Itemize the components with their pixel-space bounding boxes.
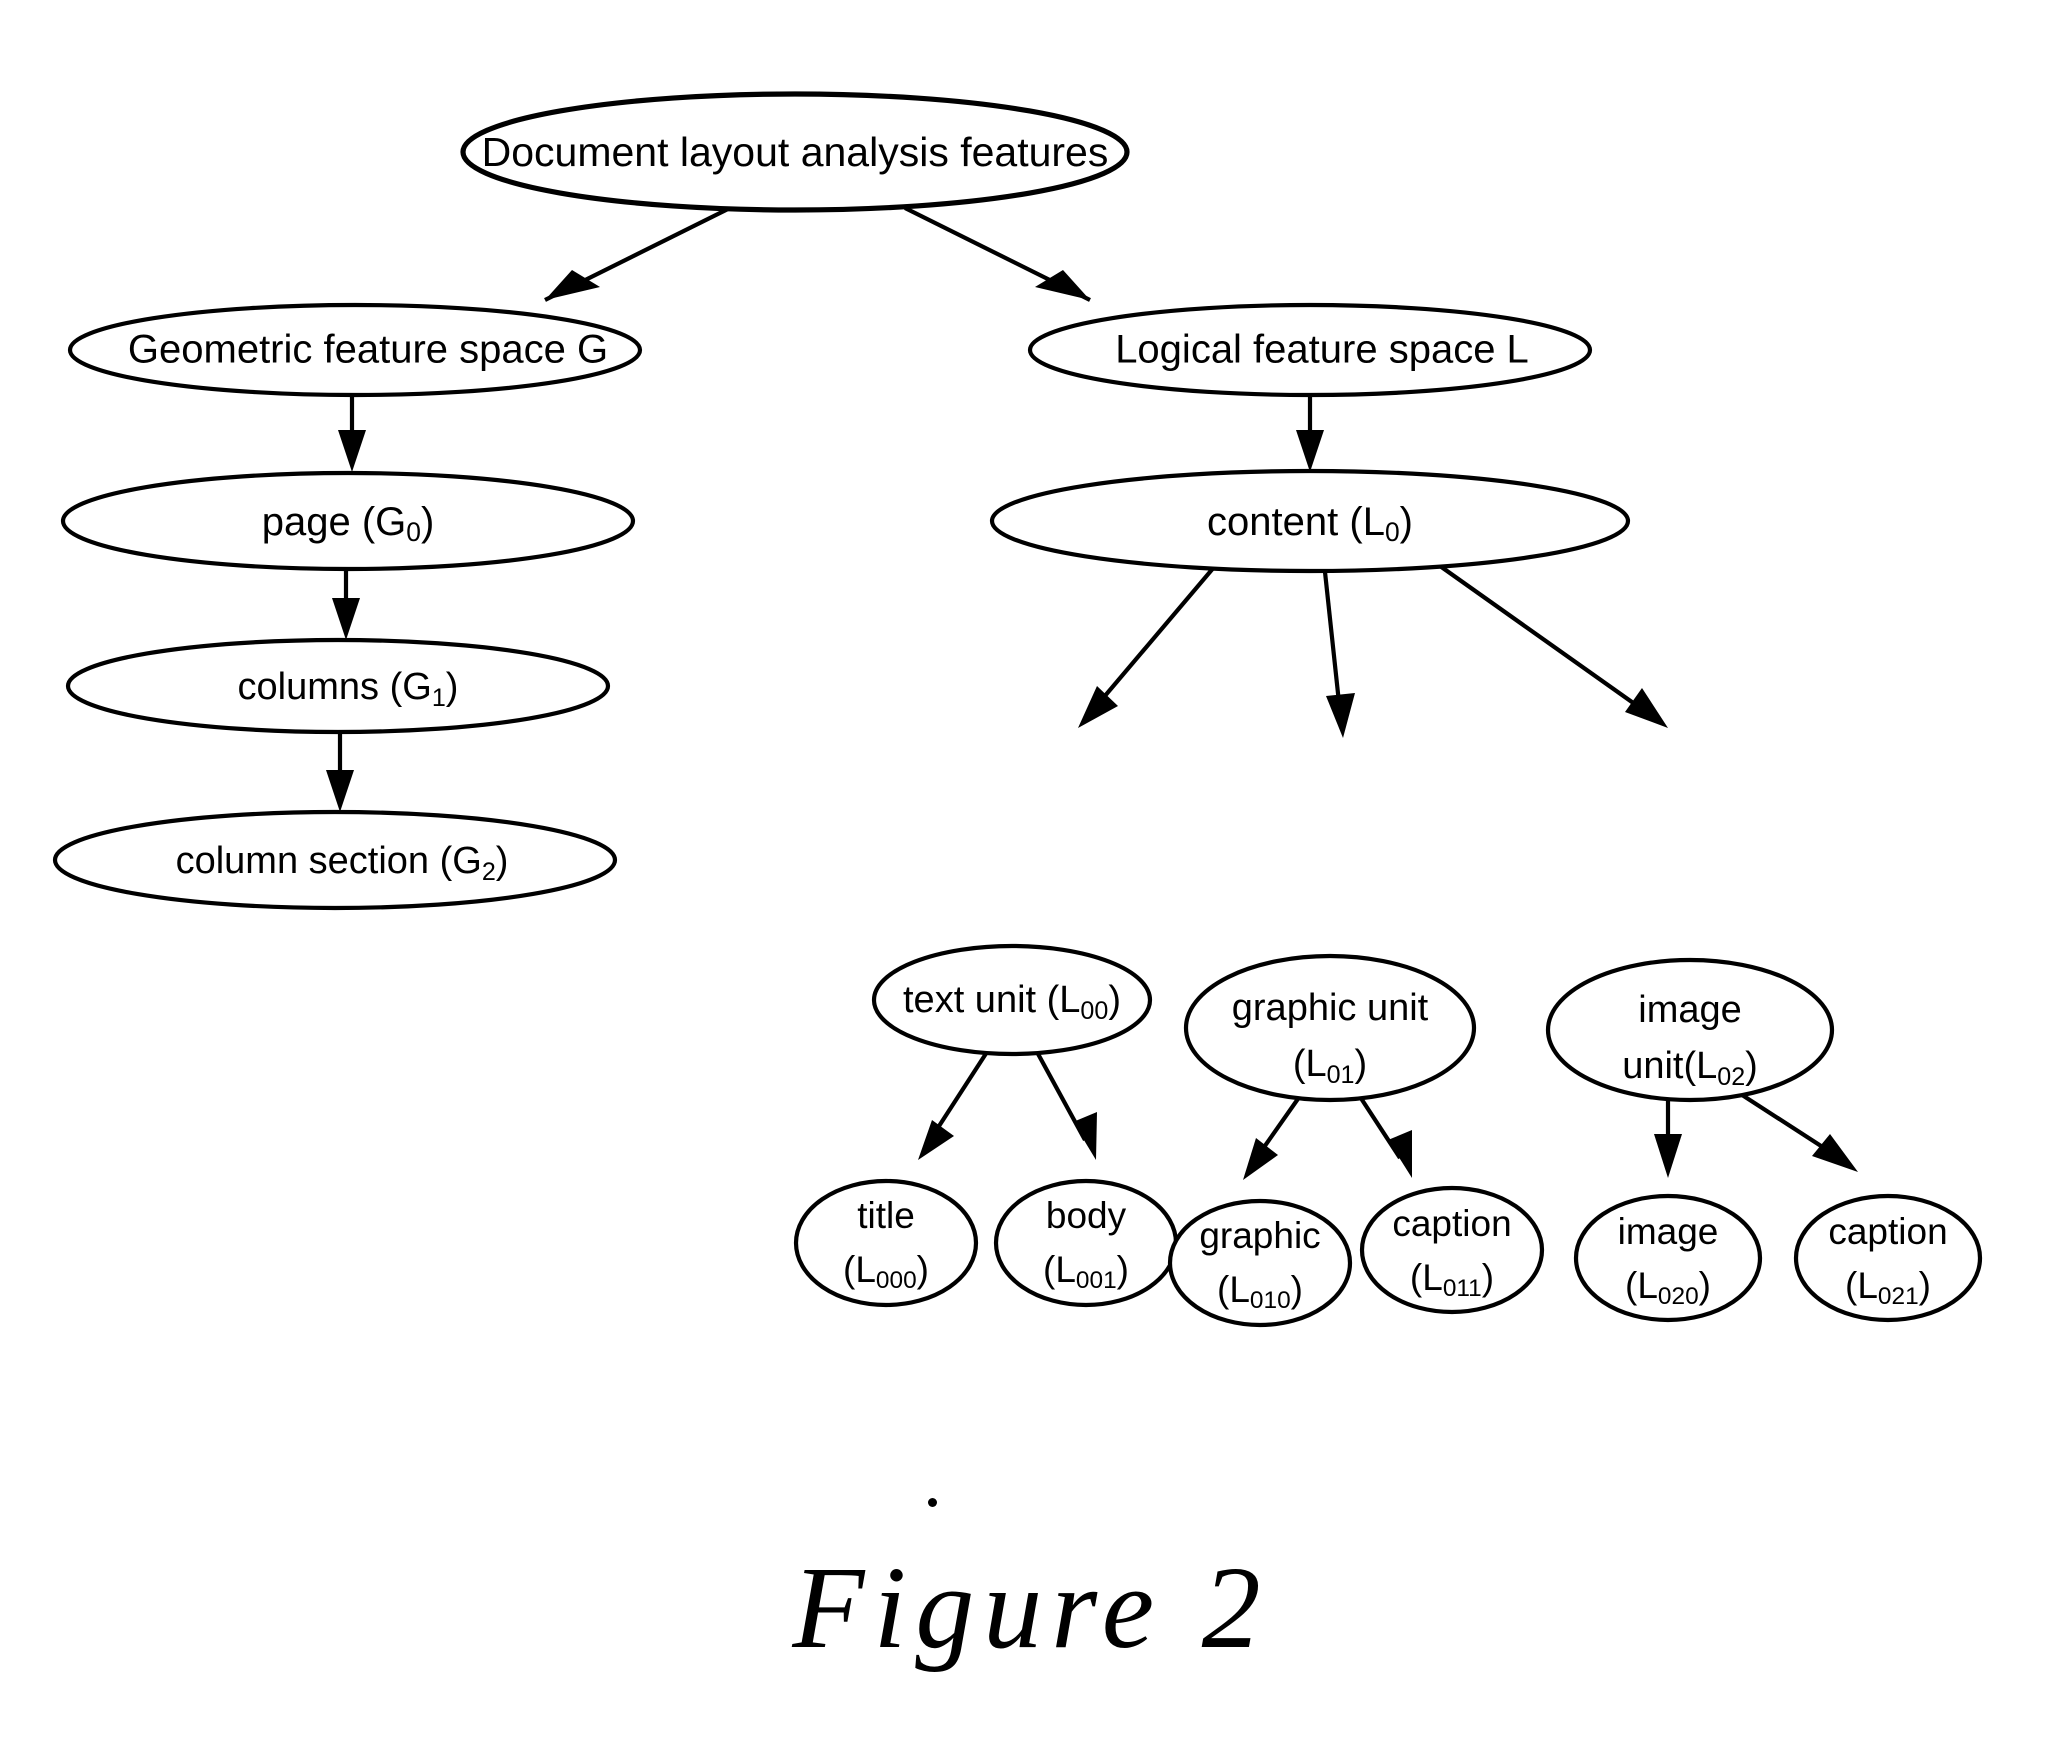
node-content-subscript: 0 — [1385, 517, 1400, 547]
node-root-label: Document layout analysis features — [482, 129, 1109, 175]
node-content[interactable]: content (L0) — [989, 468, 1631, 574]
node-column-section-close: ) — [496, 840, 509, 882]
node-body-subscript: 001 — [1076, 1267, 1117, 1294]
node-page-close: ) — [421, 500, 434, 544]
node-graphic-unit-subscript: 01 — [1327, 1061, 1355, 1089]
node-geometric-label: Geometric feature space G — [128, 328, 608, 372]
node-columns-label: columns (G1) — [238, 666, 459, 712]
node-column-section-text: column section (G — [176, 840, 482, 882]
node-logical-label: Logical feature space L — [1115, 328, 1529, 372]
edge-content-to-text-unit — [1078, 564, 1217, 728]
node-image-unit[interactable]: image unit(L02) — [1545, 957, 1835, 1103]
node-body-open: (L — [1043, 1249, 1076, 1290]
node-caption-021-subscript: 021 — [1878, 1283, 1919, 1310]
stray-ink-dot — [928, 1498, 937, 1507]
edge-image-unit-to-image — [1654, 1090, 1682, 1178]
node-graphic[interactable]: graphic (L010) — [1167, 1198, 1353, 1328]
edge-geometric-to-page — [338, 396, 366, 472]
node-caption-011-line1: caption — [1392, 1203, 1511, 1244]
node-content-close: ) — [1400, 500, 1413, 544]
node-page-text: page (G — [262, 500, 407, 544]
edge-content-to-graphic-unit — [1322, 571, 1355, 738]
node-title-open: (L — [843, 1249, 876, 1290]
node-caption-021[interactable]: caption (L021) — [1793, 1193, 1983, 1323]
node-title[interactable]: title (L000) — [793, 1178, 979, 1308]
node-title-close: ) — [917, 1249, 929, 1290]
node-caption-021-line1: caption — [1828, 1211, 1947, 1252]
node-columns-close: ) — [446, 666, 459, 708]
node-page-subscript: 0 — [406, 517, 421, 547]
edge-content-to-image-unit — [1438, 564, 1668, 728]
node-graphic-close: ) — [1291, 1269, 1303, 1310]
edge-text-unit-to-title — [918, 1050, 989, 1160]
node-body[interactable]: body (L001) — [993, 1178, 1179, 1308]
edge-root-to-logical — [904, 206, 1091, 302]
node-image-unit-line1: image — [1638, 989, 1742, 1031]
node-graphic-unit[interactable]: graphic unit (L01) — [1183, 953, 1477, 1103]
tree-diagram: Document layout analysis features Geomet… — [52, 91, 1983, 1328]
node-graphic-unit-close: ) — [1355, 1043, 1368, 1085]
node-geometric-feature-space[interactable]: Geometric feature space G — [67, 302, 643, 398]
node-body-line1: body — [1046, 1195, 1127, 1236]
edge-columns-to-column-section — [326, 733, 354, 812]
node-image-unit-close: ) — [1745, 1045, 1758, 1087]
node-content-text: content (L — [1207, 500, 1385, 544]
edge-logical-to-content — [1296, 396, 1324, 472]
node-caption-011-open: (L — [1410, 1257, 1443, 1298]
node-graphic-line1: graphic — [1199, 1215, 1320, 1256]
node-columns-subscript: 1 — [432, 684, 446, 712]
node-logical-feature-space[interactable]: Logical feature space L — [1027, 302, 1593, 398]
node-image-unit-open: unit(L — [1622, 1045, 1717, 1087]
node-columns-text: columns (G — [238, 666, 432, 708]
node-caption-021-close: ) — [1919, 1265, 1931, 1306]
node-image-020-line1: image — [1618, 1211, 1719, 1252]
node-column-section[interactable]: column section (G2) — [52, 809, 618, 911]
node-text-unit-close: ) — [1108, 979, 1121, 1021]
node-text-unit[interactable]: text unit (L00) — [871, 943, 1153, 1057]
node-text-unit-text: text unit (L — [903, 979, 1080, 1021]
node-caption-011-subscript: 011 — [1443, 1275, 1482, 1302]
figure-caption: Figure 2 — [792, 1542, 1270, 1673]
node-title-subscript: 000 — [876, 1267, 917, 1294]
node-image-020-subscript: 020 — [1658, 1283, 1699, 1310]
node-title-line1: title — [857, 1195, 915, 1236]
edge-page-to-columns — [332, 570, 360, 640]
figure-container: Document layout analysis features Geomet… — [0, 0, 2062, 1751]
node-columns[interactable]: columns (G1) — [65, 637, 611, 735]
node-column-section-subscript: 2 — [482, 858, 496, 886]
node-root[interactable]: Document layout analysis features — [460, 91, 1130, 213]
node-image-020[interactable]: image (L020) — [1573, 1193, 1763, 1323]
node-graphic-unit-line1: graphic unit — [1232, 987, 1429, 1029]
node-body-close: ) — [1117, 1249, 1129, 1290]
node-caption-011[interactable]: caption (L011) — [1359, 1185, 1545, 1315]
node-image-020-open: (L — [1625, 1265, 1658, 1306]
node-graphic-unit-open: (L — [1293, 1043, 1327, 1085]
edge-root-to-geometric — [544, 206, 731, 302]
node-page[interactable]: page (G0) — [60, 470, 636, 572]
node-column-section-label: column section (G2) — [176, 840, 509, 886]
node-caption-011-close: ) — [1482, 1257, 1494, 1298]
edge-text-unit-to-body — [1035, 1050, 1097, 1160]
node-caption-021-open: (L — [1845, 1265, 1878, 1306]
node-image-020-close: ) — [1699, 1265, 1711, 1306]
node-text-unit-subscript: 00 — [1080, 997, 1108, 1025]
node-image-unit-subscript: 02 — [1717, 1063, 1745, 1091]
node-graphic-open: (L — [1217, 1269, 1250, 1310]
node-graphic-subscript: 010 — [1250, 1287, 1291, 1314]
node-content-label: content (L0) — [1207, 500, 1413, 547]
